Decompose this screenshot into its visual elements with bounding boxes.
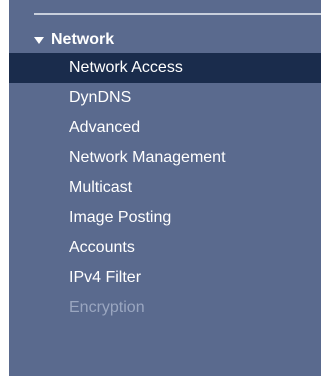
sidebar-panel: Network Network Access DynDNS Advanced N… [0, 0, 321, 376]
section-title: Network [51, 31, 115, 48]
caret-down-icon [34, 37, 44, 44]
menu-item-ipv4-filter[interactable]: IPv4 Filter [9, 263, 321, 293]
menu-item-network-management[interactable]: Network Management [9, 143, 321, 173]
menu-item-encryption: Encryption [69, 299, 145, 316]
menu-item-network-access[interactable]: Network Access [9, 53, 321, 83]
menu-item-advanced[interactable]: Advanced [9, 113, 321, 143]
section-network-toggle[interactable]: Network [9, 28, 321, 52]
network-menu: Network Network Access DynDNS Advanced N… [9, 28, 321, 323]
divider [34, 13, 321, 15]
menu-item-image-posting[interactable]: Image Posting [9, 203, 321, 233]
menu-items: Network Access DynDNS Advanced Network M… [9, 53, 321, 323]
menu-item-accounts[interactable]: Accounts [9, 233, 321, 263]
menu-item-multicast[interactable]: Multicast [9, 173, 321, 203]
menu-item-dyndns[interactable]: DynDNS [9, 83, 321, 113]
page-edge [0, 0, 9, 376]
